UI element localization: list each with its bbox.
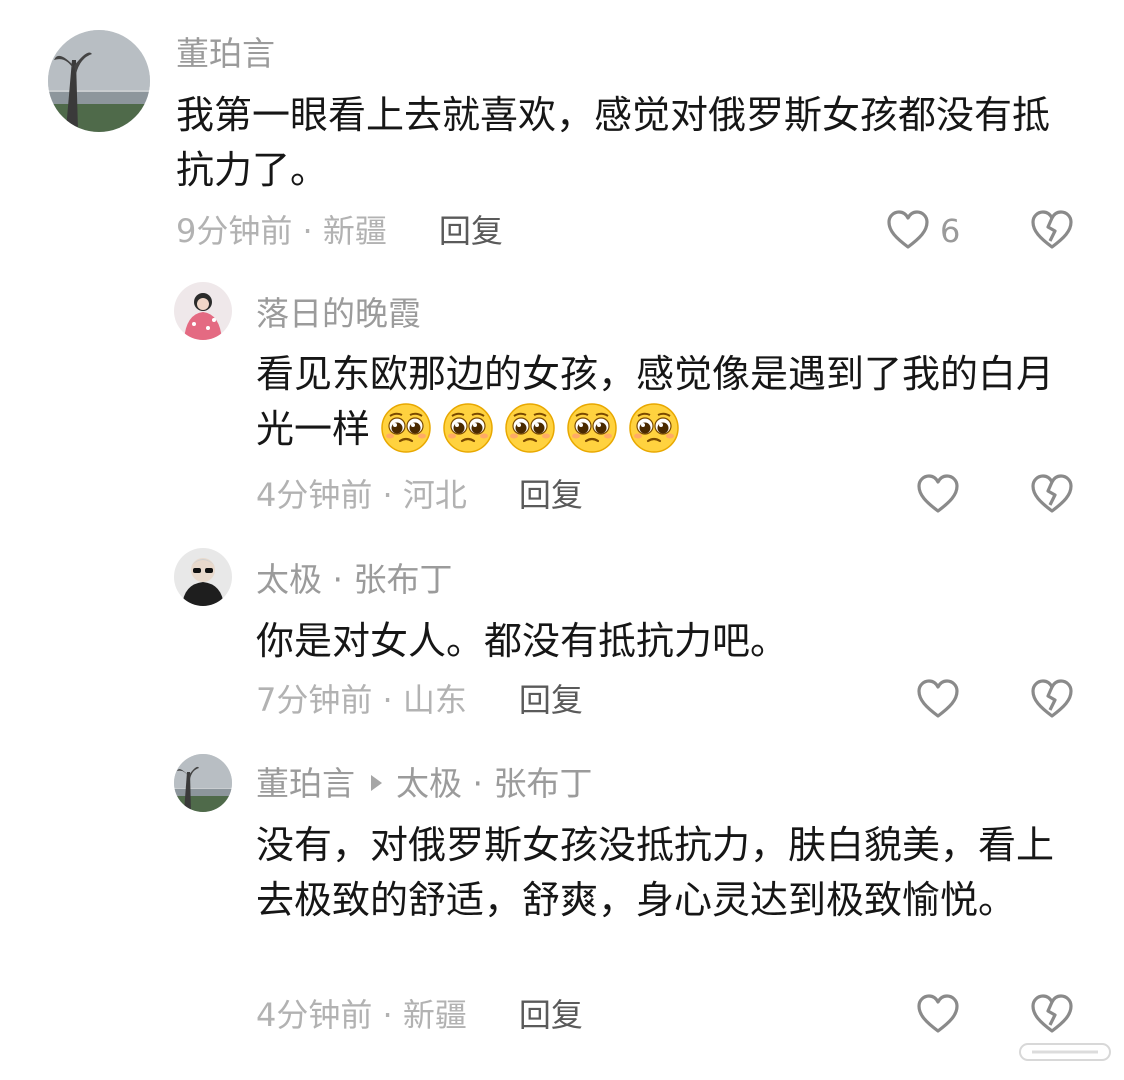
comment-text: 你是对女人。都没有抵抗力吧。	[256, 619, 789, 663]
broken-heart-icon[interactable]	[1030, 993, 1074, 1039]
comment-meta: 9分钟前 · 新疆 回复	[176, 211, 503, 251]
reply-comment-item: 落日的晚霞 看见东欧那边的女孩，感觉像是遇到了我的白月光一样 4分钟前 · 河北…	[0, 262, 1124, 532]
pleading-face-emoji	[505, 402, 555, 453]
heart-outline-icon[interactable]	[916, 473, 960, 519]
comment-username-line: 董珀言 太极 · 张布丁	[256, 764, 592, 804]
comment-text: 我第一眼看上去就喜欢，感觉对俄罗斯女孩都没有抵抗力了。	[176, 93, 1051, 192]
comment-username[interactable]: 董珀言	[176, 34, 275, 74]
reply-comment-item: 董珀言 太极 · 张布丁 没有，对俄罗斯女孩没抵抗力，肤白貌美，看上去极致的舒适，…	[0, 742, 1124, 1062]
comment-text: 没有，对俄罗斯女孩没抵抗力，肤白貌美，看上去极致的舒适，舒爽，身心灵达到极致愉悦…	[256, 823, 1055, 922]
broken-heart-icon[interactable]	[1030, 209, 1074, 255]
like-count: 6	[940, 212, 961, 250]
heart-outline-icon[interactable]	[886, 209, 930, 255]
comment-item: 董珀言 我第一眼看上去就喜欢，感觉对俄罗斯女孩都没有抵抗力了。 9分钟前 · 新…	[0, 0, 1124, 262]
comment-meta: 4分钟前 · 河北 回复	[256, 475, 583, 515]
reply-button[interactable]: 回复	[519, 681, 583, 719]
comment-time-location: 4分钟前 · 新疆	[256, 996, 467, 1034]
comment-username[interactable]: 董珀言	[256, 764, 355, 803]
comment-time-location: 4分钟前 · 河北	[256, 476, 467, 514]
comment-text: 看见东欧那边的女孩，感觉像是遇到了我的白月光一样	[256, 347, 1056, 458]
pleading-face-emoji	[567, 402, 617, 453]
heart-outline-icon[interactable]	[916, 678, 960, 724]
pleading-face-emoji	[381, 402, 431, 453]
avatar[interactable]	[48, 30, 150, 132]
comment-time-location: 7分钟前 · 山东	[256, 681, 467, 719]
broken-heart-icon[interactable]	[1030, 473, 1074, 519]
comment-time-location: 9分钟前 · 新疆	[176, 212, 387, 250]
avatar[interactable]	[174, 282, 232, 340]
comment-username[interactable]: 太极 · 张布丁	[256, 560, 452, 600]
emoji-group	[370, 402, 680, 453]
reply-arrow-icon	[371, 774, 382, 791]
pleading-face-emoji	[629, 402, 679, 453]
avatar[interactable]	[174, 754, 232, 812]
pleading-face-emoji	[443, 402, 493, 453]
comment-meta: 4分钟前 · 新疆 回复	[256, 995, 583, 1035]
broken-heart-icon[interactable]	[1030, 678, 1074, 724]
reply-target-username[interactable]: 太极 · 张布丁	[396, 764, 592, 803]
reply-comment-item: 太极 · 张布丁 你是对女人。都没有抵抗力吧。 7分钟前 · 山东 回复	[0, 532, 1124, 742]
reply-button[interactable]: 回复	[519, 996, 583, 1034]
reply-button[interactable]: 回复	[439, 212, 503, 250]
heart-outline-icon[interactable]	[916, 993, 960, 1039]
reply-button[interactable]: 回复	[519, 476, 583, 514]
watermark-logo-icon	[1018, 1038, 1114, 1066]
avatar[interactable]	[174, 548, 232, 606]
comment-username[interactable]: 落日的晚霞	[256, 294, 421, 334]
comment-meta: 7分钟前 · 山东 回复	[256, 680, 583, 720]
